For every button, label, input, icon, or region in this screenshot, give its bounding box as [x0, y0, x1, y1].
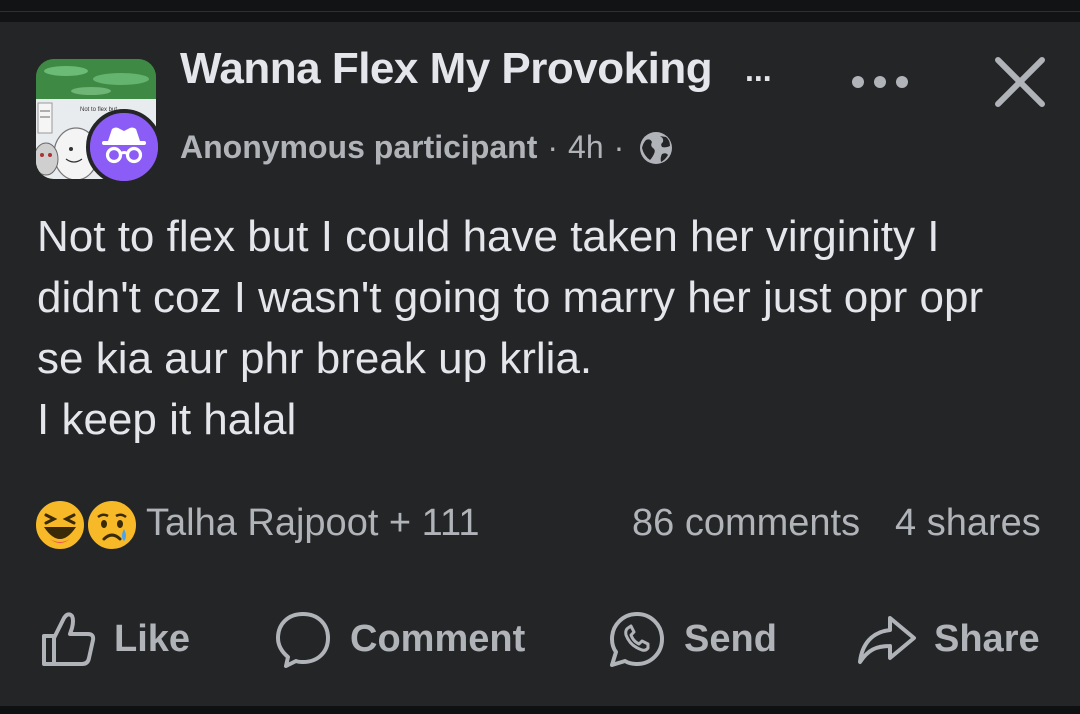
post-card: Not to flex but I Wanna Flex My Provokin… — [0, 22, 1080, 706]
meta-separator-2: · — [613, 129, 625, 165]
meta-separator: · — [547, 129, 559, 165]
top-status-strip — [0, 0, 1080, 22]
post-time[interactable]: 4h — [568, 129, 604, 166]
globe-icon — [638, 130, 674, 166]
close-icon — [995, 57, 1045, 107]
comments-count[interactable]: 86 comments — [632, 502, 860, 545]
group-title[interactable]: Wanna Flex My Provoking — [180, 44, 713, 94]
shares-count[interactable]: 4 shares — [895, 502, 1041, 545]
share-label: Share — [934, 617, 1040, 660]
incognito-icon — [90, 113, 158, 181]
comment-label: Comment — [350, 617, 526, 660]
bottom-strip — [0, 706, 1080, 714]
reactors-summary[interactable]: Talha Rajpoot + 111 — [146, 502, 479, 545]
reaction-icons[interactable] — [34, 499, 154, 555]
like-button[interactable]: Like — [36, 604, 190, 674]
comment-button[interactable]: Comment — [272, 604, 525, 674]
post-meta: Anonymous participant · 4h · — [180, 129, 674, 166]
author-name[interactable]: Anonymous participant — [180, 129, 537, 166]
post-body-text: Not to flex but I could have taken her v… — [37, 212, 984, 444]
more-options-button[interactable] — [848, 62, 912, 102]
whatsapp-icon — [610, 612, 664, 667]
like-label: Like — [114, 617, 191, 660]
send-label: Send — [684, 617, 777, 660]
comment-icon — [276, 612, 330, 668]
share-icon — [858, 616, 916, 664]
sad-reaction-icon — [86, 499, 138, 551]
close-button[interactable] — [990, 52, 1050, 112]
like-icon — [42, 612, 96, 666]
haha-reaction-icon — [34, 499, 86, 551]
anonymous-avatar[interactable] — [86, 109, 162, 185]
more-dots-icon — [852, 76, 908, 88]
send-button[interactable]: Send — [606, 604, 777, 674]
share-button[interactable]: Share — [856, 604, 1040, 674]
group-title-ellipsis: ... — [745, 52, 772, 88]
